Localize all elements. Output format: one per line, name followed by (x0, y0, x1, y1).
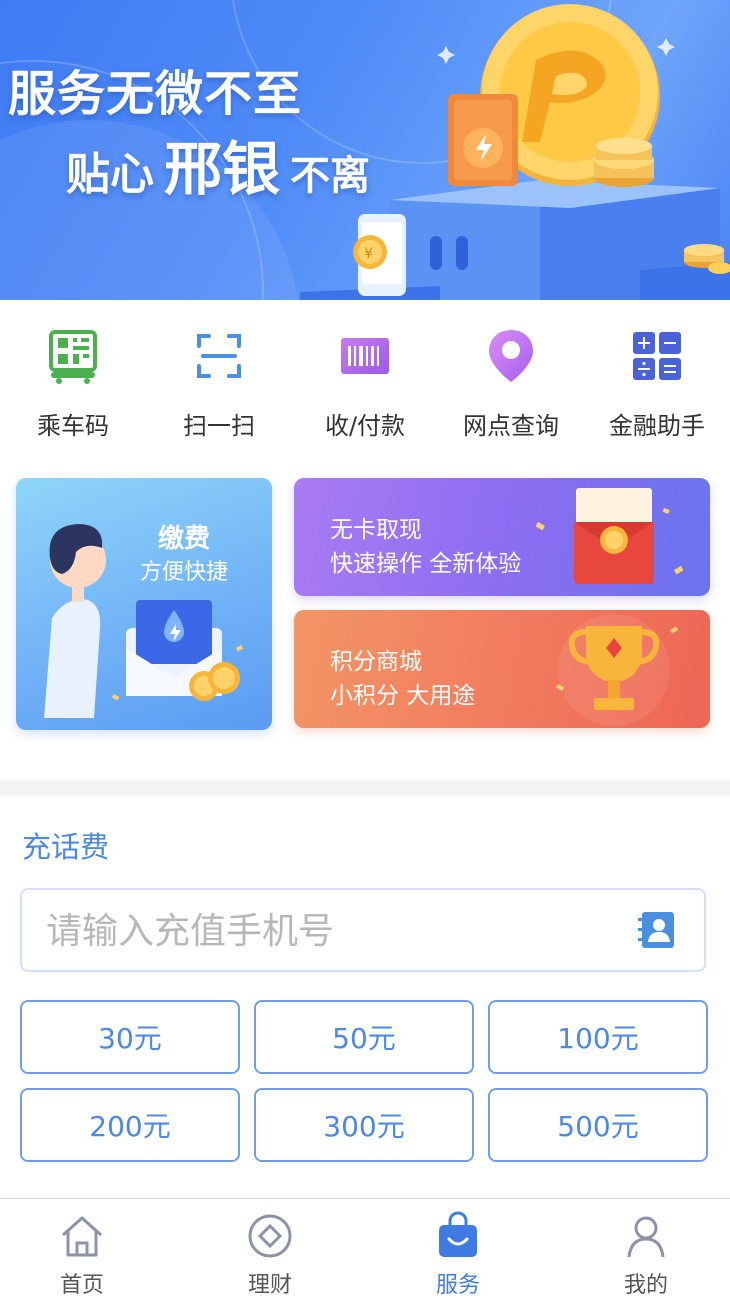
home-icon (61, 1216, 103, 1257)
service-bag-icon (439, 1211, 477, 1257)
quick-action-bus-code[interactable]: 乘车码 (0, 300, 146, 460)
tab-wealth[interactable]: 理财 (210, 1199, 330, 1299)
tab-label: 我的 (623, 1273, 668, 1298)
banner-illustration: ¥ (300, 4, 730, 300)
amount-option-100[interactable]: 100元 (488, 1000, 708, 1074)
tab-label: 首页 (59, 1273, 104, 1298)
phone-number-input[interactable] (22, 890, 648, 972)
promo-points-title: 积分商城 (330, 649, 422, 675)
promo-banner[interactable]: 服务无微不至 贴心 邢银 不离 ¥ (0, 0, 730, 300)
calculator-icon (633, 332, 681, 380)
promo-points-subtitle: 小积分 大用途 (330, 683, 476, 709)
tab-label: 服务 (435, 1273, 480, 1298)
tab-home[interactable]: 首页 (22, 1199, 142, 1299)
tab-service[interactable]: 服务 (398, 1199, 518, 1299)
section-separator (0, 780, 730, 796)
wealth-icon (248, 1214, 292, 1258)
banner-slogan-part1: 贴心 (66, 149, 154, 200)
bottom-tab-bar: 首页 理财 服务 我的 (0, 1198, 730, 1298)
phone-input-container (20, 888, 706, 972)
promo-cardless-title: 无卡取现 (330, 517, 422, 543)
promo-card-cardless-withdrawal[interactable]: 无卡取现 快速操作 全新体验 (294, 478, 710, 596)
location-pin-icon (489, 330, 533, 382)
amount-option-30[interactable]: 30元 (20, 1000, 240, 1074)
payment-illustration (44, 524, 244, 718)
promo-card-points-mall[interactable]: 积分商城 小积分 大用途 (294, 610, 710, 728)
banner-slogan-line1: 服务无微不至 (8, 66, 303, 122)
quick-action-finance-assistant[interactable]: 金融助手 (584, 300, 730, 460)
quick-action-branch-finder[interactable]: 网点查询 (438, 300, 584, 460)
amount-option-500[interactable]: 500元 (488, 1088, 708, 1162)
quick-action-label: 乘车码 (37, 412, 109, 440)
trophy-illustration (556, 614, 679, 726)
recharge-section-title: 充话费 (22, 830, 110, 864)
quick-action-label: 网点查询 (463, 412, 559, 440)
banner-brand: 邢银 (164, 135, 281, 203)
quick-action-label: 扫一扫 (183, 412, 255, 440)
contacts-icon[interactable] (638, 910, 676, 950)
barcode-icon (341, 338, 389, 374)
quick-action-label: 收/付款 (324, 412, 406, 440)
svg-text:¥: ¥ (364, 246, 373, 262)
tab-label: 理财 (247, 1273, 292, 1298)
amount-option-50[interactable]: 50元 (254, 1000, 474, 1074)
promo-card-payment[interactable]: 缴费 方便快捷 (16, 478, 272, 730)
tab-profile[interactable]: 我的 (586, 1199, 706, 1299)
quick-action-scan[interactable]: 扫一扫 (146, 300, 292, 460)
bus-qr-icon (49, 330, 97, 384)
promo-cardless-subtitle: 快速操作 全新体验 (330, 551, 522, 577)
red-envelope-illustration (535, 488, 684, 584)
amount-option-300[interactable]: 300元 (254, 1088, 474, 1162)
quick-action-label: 金融助手 (609, 412, 705, 440)
profile-icon (627, 1216, 665, 1258)
quick-actions: 乘车码 扫一扫 收/付款 网点查询 金融助手 (0, 300, 730, 460)
quick-action-pay-receive[interactable]: 收/付款 (292, 300, 438, 460)
amount-option-200[interactable]: 200元 (20, 1088, 240, 1162)
scan-icon (197, 334, 241, 378)
